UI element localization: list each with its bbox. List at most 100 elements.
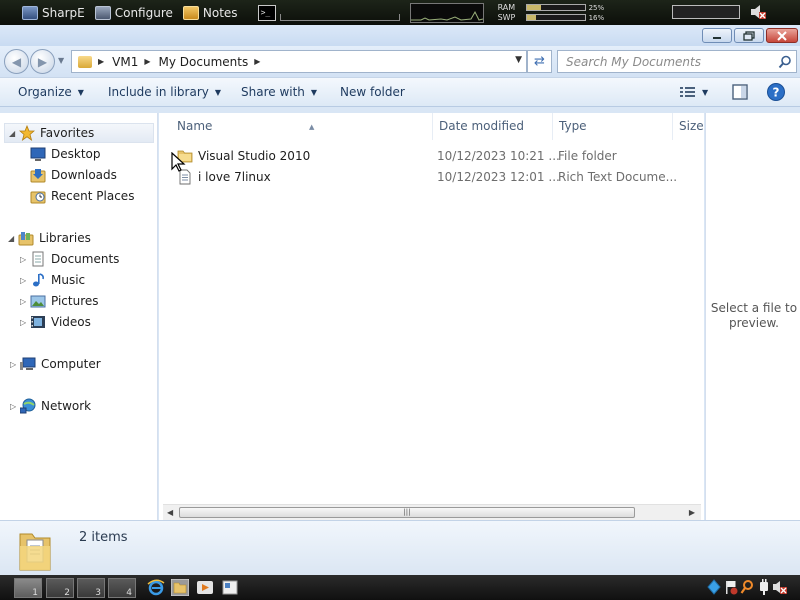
- close-button[interactable]: [766, 28, 798, 43]
- nav-label: Desktop: [51, 147, 101, 161]
- collapse-arrow-icon[interactable]: ◢: [8, 234, 14, 243]
- command-input[interactable]: [279, 14, 400, 21]
- nav-item-network[interactable]: ▷ Network: [4, 396, 91, 416]
- expand-arrow-icon[interactable]: ▷: [10, 402, 16, 411]
- configure-label: Configure: [114, 5, 173, 20]
- nav-label: Favorites: [40, 126, 95, 140]
- videos-icon: [31, 316, 45, 328]
- organize-label: Organize: [18, 85, 72, 99]
- title-bar[interactable]: [0, 25, 800, 46]
- terminal-icon[interactable]: >_: [257, 4, 276, 21]
- share-with-button[interactable]: Share with ▼: [235, 81, 323, 103]
- help-icon[interactable]: ?: [766, 82, 786, 102]
- address-history-dropdown[interactable]: ▼: [515, 55, 522, 65]
- breadcrumb-chevron-icon[interactable]: ▶: [144, 57, 150, 66]
- notes-button[interactable]: Notes: [179, 0, 244, 25]
- back-button[interactable]: ◀: [4, 49, 29, 74]
- forward-button[interactable]: ▶: [30, 49, 55, 74]
- nav-item-desktop[interactable]: Desktop: [30, 144, 101, 164]
- expand-arrow-icon[interactable]: ▷: [20, 297, 26, 306]
- organize-button[interactable]: Organize ▼: [12, 81, 90, 103]
- details-view-icon: [680, 87, 695, 97]
- address-bar[interactable]: ▶ VM1 ▶ My Documents ▶ ▼: [71, 50, 527, 73]
- network-tray-icon[interactable]: [707, 579, 721, 595]
- breadcrumb-chevron-icon[interactable]: ▶: [98, 57, 104, 66]
- expand-arrow-icon[interactable]: ▷: [20, 276, 26, 285]
- configure-button[interactable]: Configure: [91, 0, 179, 25]
- cpu-graph: [409, 2, 484, 23]
- chevron-down-icon: ▼: [77, 87, 84, 97]
- notes-icon: [182, 5, 199, 20]
- include-in-library-button[interactable]: Include in library ▼: [102, 81, 227, 103]
- workspace-3-button[interactable]: 3: [77, 578, 105, 598]
- recent-pages-dropdown[interactable]: ▼: [58, 56, 64, 65]
- nav-label: Libraries: [39, 231, 91, 245]
- nav-item-recent-places[interactable]: Recent Places: [30, 186, 134, 206]
- close-icon: [777, 30, 787, 41]
- music-note-icon: [33, 273, 44, 287]
- column-header-type[interactable]: Type: [553, 113, 673, 140]
- cpu-graph-line: [410, 10, 483, 21]
- nav-label: Recent Places: [51, 189, 135, 203]
- folder-document-icon: [19, 533, 51, 571]
- search-icon[interactable]: [778, 55, 792, 69]
- collapse-arrow-icon[interactable]: ◢: [9, 129, 15, 138]
- workspace-2-button[interactable]: 2: [46, 578, 74, 598]
- nav-item-computer[interactable]: ▷ Computer: [4, 354, 101, 374]
- breadcrumb-vm1[interactable]: VM1: [112, 55, 138, 69]
- workspace-4-button[interactable]: 4: [108, 578, 136, 598]
- new-folder-button[interactable]: New folder: [334, 81, 411, 103]
- refresh-button[interactable]: ⇄: [527, 50, 552, 73]
- nav-item-favorites[interactable]: ◢ Favorites: [4, 123, 154, 143]
- column-label: Name: [177, 119, 213, 133]
- action-center-flag-icon[interactable]: [724, 579, 738, 595]
- nav-item-documents[interactable]: ▷ Documents: [20, 249, 119, 269]
- application-window-icon[interactable]: [221, 579, 239, 596]
- column-label: Size: [679, 119, 704, 133]
- search-input[interactable]: [558, 51, 768, 72]
- expand-arrow-icon[interactable]: ▷: [20, 318, 26, 327]
- sharpe-menu-button[interactable]: SharpE: [18, 0, 91, 25]
- volume-slider[interactable]: [672, 5, 740, 19]
- power-plug-icon[interactable]: [757, 579, 771, 595]
- media-player-icon[interactable]: [196, 579, 214, 596]
- nav-item-pictures[interactable]: ▷ Pictures: [20, 291, 99, 311]
- nav-item-libraries[interactable]: ◢ Libraries: [4, 228, 91, 248]
- nav-item-downloads[interactable]: Downloads: [30, 165, 117, 185]
- workspace-1-button[interactable]: 1: [14, 578, 42, 598]
- breadcrumb-my-documents[interactable]: My Documents: [159, 55, 249, 69]
- search-tray-icon[interactable]: [740, 579, 754, 595]
- nav-item-music[interactable]: ▷ Music: [20, 270, 85, 290]
- nav-item-videos[interactable]: ▷ Videos: [20, 312, 91, 332]
- restore-button[interactable]: [734, 28, 764, 43]
- horizontal-scrollbar[interactable]: ◀ ||| ▶: [163, 504, 701, 520]
- minimize-button[interactable]: [702, 28, 732, 43]
- column-header-date-modified[interactable]: Date modified: [433, 113, 553, 140]
- scroll-left-arrow-icon[interactable]: ◀: [167, 508, 173, 517]
- scrollbar-thumb[interactable]: |||: [179, 507, 635, 518]
- item-count: 2 items: [79, 530, 128, 545]
- column-header-name[interactable]: Name ▲: [171, 113, 433, 140]
- file-row[interactable]: i love 7linux 10/12/2023 12:01 ... Rich …: [171, 166, 691, 187]
- search-box[interactable]: [557, 50, 797, 73]
- internet-explorer-icon[interactable]: [147, 579, 165, 596]
- speaker-muted-icon[interactable]: [750, 4, 766, 20]
- preview-pane-icon[interactable]: [730, 82, 750, 102]
- sort-ascending-icon: ▲: [309, 123, 315, 131]
- ram-label: RAM: [497, 3, 516, 12]
- scroll-right-arrow-icon[interactable]: ▶: [689, 508, 695, 517]
- expand-arrow-icon[interactable]: ▷: [10, 360, 16, 369]
- expand-arrow-icon[interactable]: ▷: [20, 255, 26, 264]
- volume-muted-tray-icon[interactable]: [773, 579, 787, 595]
- navigation-pane: ◢ Favorites Desktop Downloads Recent Pla…: [0, 113, 158, 520]
- breadcrumb-chevron-icon[interactable]: ▶: [254, 57, 260, 66]
- file-row[interactable]: Visual Studio 2010 10/12/2023 10:21 ... …: [171, 145, 691, 166]
- windows-explorer-icon[interactable]: [171, 579, 189, 596]
- ram-meter-fill: [526, 5, 542, 10]
- column-label: Date modified: [439, 119, 525, 133]
- share-with-label: Share with: [241, 85, 305, 99]
- nav-label: Music: [51, 273, 86, 287]
- minimize-icon: [713, 36, 721, 39]
- change-view-button[interactable]: ▼: [674, 81, 714, 103]
- new-folder-label: New folder: [340, 85, 405, 99]
